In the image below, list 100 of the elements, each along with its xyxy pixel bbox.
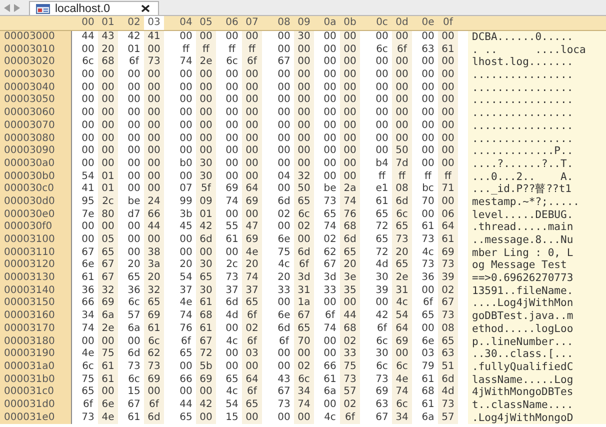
hex-byte: 20	[178, 259, 194, 272]
hex-byte: 00	[276, 348, 292, 361]
hex-byte: 4c	[323, 412, 337, 424]
ascii-text: ....?......?..T.	[472, 158, 574, 170]
hex-byte: 00	[224, 120, 240, 132]
hex-byte: 43	[98, 31, 118, 44]
hex-byte: 20	[392, 246, 412, 260]
hex-byte: 65	[322, 208, 338, 222]
hex-byte: 72	[374, 246, 390, 259]
row-offset: 00003080	[4, 132, 55, 144]
hex-byte: 01	[98, 170, 118, 184]
hex-byte: 00	[322, 56, 338, 70]
hex-byte: 6c	[81, 56, 95, 70]
row-offset: 00003010	[4, 44, 55, 55]
hex-byte: 41	[144, 31, 164, 44]
hex-byte: 57	[340, 386, 360, 399]
hex-byte: 39	[374, 284, 390, 298]
hex-byte: 6d	[340, 234, 360, 247]
hex-byte: 51	[438, 360, 458, 374]
hex-byte: 02	[340, 398, 360, 412]
hex-byte: 00	[144, 132, 164, 146]
close-icon[interactable]	[140, 5, 150, 12]
hex-byte: 69	[392, 336, 412, 348]
ascii-text: ................	[472, 120, 574, 132]
hex-byte: 3d	[294, 272, 314, 285]
hex-byte: 69	[144, 374, 164, 386]
ascii-text: .thread.....main	[472, 221, 574, 234]
hex-byte: 00	[340, 94, 360, 108]
hex-byte: 08	[438, 322, 458, 336]
hex-byte: 50	[294, 183, 314, 196]
hex-byte: 69	[144, 310, 164, 323]
hex-byte: 67	[322, 259, 338, 272]
hex-byte: 4e	[80, 348, 96, 361]
hex-byte: 00	[374, 31, 390, 44]
ascii-text: ..message.8...Nu	[472, 234, 574, 246]
hex-byte: be	[322, 183, 338, 196]
hex-byte: 6d	[224, 297, 240, 310]
hex-byte: 00	[276, 221, 292, 234]
hex-byte: 00	[242, 94, 262, 108]
hex-byte: 00	[294, 158, 314, 171]
hex-byte: 00	[196, 82, 216, 94]
forward-arrow-icon[interactable]	[13, 4, 21, 12]
row-offset: 00003170	[4, 322, 55, 334]
hex-byte: ff	[392, 170, 412, 184]
hex-byte: 31	[294, 284, 314, 298]
hex-byte: 34	[392, 412, 412, 424]
hex-byte: 57	[126, 310, 142, 323]
hex-byte: 69	[98, 297, 118, 310]
hex-byte: 00	[224, 31, 240, 44]
hex-byte: 37	[224, 284, 240, 297]
hex-byte: 4e	[98, 412, 118, 424]
hex-byte: 36	[420, 272, 436, 285]
hex-byte: 00	[98, 336, 118, 348]
ascii-text: lassName.....Log	[472, 374, 574, 386]
hex-byte: 73	[224, 272, 240, 285]
hex-byte: 74	[178, 310, 194, 323]
row-offset: 00003040	[4, 82, 55, 93]
hex-byte: 42	[196, 398, 216, 412]
hex-byte: 74	[322, 221, 338, 234]
hex-byte: 3a	[144, 259, 164, 272]
hex-byte: 65	[294, 196, 314, 209]
hex-byte: 75	[98, 348, 118, 361]
hex-byte: 00	[80, 158, 96, 171]
file-tab[interactable]: localhost.0	[29, 1, 159, 15]
hex-byte: 6a	[98, 310, 118, 323]
back-arrow-icon[interactable]	[3, 4, 11, 12]
row-offset: 00003050	[4, 94, 55, 106]
hex-byte: 00	[374, 107, 390, 120]
hex-byte: 42	[374, 310, 390, 323]
hex-byte: 00	[322, 132, 338, 146]
hex-byte: 00	[392, 31, 412, 44]
hex-byte: 54	[224, 398, 240, 412]
hex-byte: 68	[340, 322, 360, 336]
hex-byte: 00	[438, 107, 458, 120]
hex-byte: 20	[98, 44, 118, 56]
hex-byte: 31	[392, 284, 412, 298]
hex-byte: 00	[340, 82, 360, 94]
ascii-text: 13591..fileName.	[472, 284, 574, 297]
hex-byte: 00	[276, 31, 292, 44]
hex-byte: 00	[242, 170, 262, 184]
row-offset: 00003160	[4, 310, 55, 322]
hex-byte: 68	[196, 310, 216, 323]
hex-byte: 69	[374, 386, 390, 399]
row-offset: 000030b0	[4, 170, 55, 182]
hex-byte: 2c	[225, 259, 239, 272]
hex-byte: 74	[80, 322, 96, 336]
hex-byte: 00	[126, 234, 142, 247]
hex-byte: 00	[224, 246, 240, 260]
hex-byte: 6e	[98, 398, 118, 412]
hex-byte: 00	[126, 94, 142, 108]
hex-byte: 00	[276, 107, 292, 120]
hex-byte: 00	[178, 82, 194, 94]
hex-byte: 30	[196, 158, 216, 171]
hex-byte: 00	[80, 234, 96, 247]
hex-byte: 00	[126, 107, 142, 120]
row-offset: 00003140	[4, 284, 55, 296]
hex-byte: 00	[340, 120, 360, 132]
hex-byte: 61	[126, 412, 142, 424]
hex-byte: 70	[294, 336, 314, 348]
ascii-text: ..._id.P??瞽??t1	[472, 183, 572, 196]
